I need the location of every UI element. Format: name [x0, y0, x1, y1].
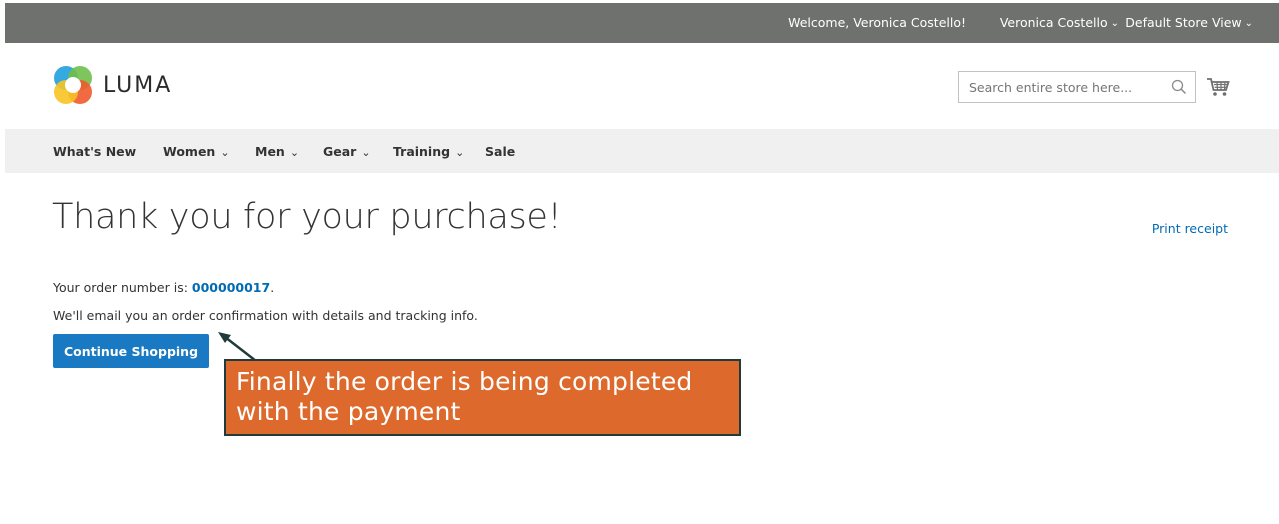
search-box	[958, 71, 1196, 103]
order-number-prefix: Your order number is:	[53, 280, 192, 295]
store-view-label: Default Store View	[1125, 15, 1242, 30]
account-name: Veronica Costello	[999, 15, 1108, 30]
nav-item-women[interactable]: Women ⌄	[163, 144, 230, 159]
nav-label: Men	[255, 144, 285, 159]
main-nav: What's New Women ⌄ Men ⌄ Gear ⌄ Training ⌄ S…	[5, 129, 1279, 173]
nav-item-whats-new[interactable]: What's New	[53, 144, 136, 159]
luma-logo-icon[interactable]	[51, 63, 95, 107]
store-switcher[interactable]: Default Store View ⌄	[1125, 15, 1253, 30]
search-input[interactable]	[959, 72, 1179, 102]
chevron-down-icon: ⌄	[1244, 18, 1253, 29]
chevron-down-icon: ⌄	[361, 146, 371, 159]
nav-label: Women	[163, 144, 216, 159]
print-receipt-link[interactable]: Print receipt	[1152, 221, 1228, 236]
account-menu[interactable]: Veronica Costello ⌄	[1000, 15, 1119, 30]
chevron-down-icon: ⌄	[289, 146, 300, 159]
chevron-down-icon: ⌄	[1110, 18, 1119, 29]
nav-label: What's New	[53, 144, 137, 159]
page: Welcome, Veronica Costello! Veronica Cos…	[5, 3, 1279, 524]
nav-item-gear[interactable]: Gear ⌄	[323, 144, 371, 159]
top-bar: Welcome, Veronica Costello! Veronica Cos…	[5, 3, 1279, 43]
welcome-message: Welcome, Veronica Costello!	[788, 15, 966, 30]
nav-item-training[interactable]: Training ⌄	[393, 144, 464, 159]
nav-label: Gear	[323, 144, 357, 159]
nav-label: Training	[393, 144, 451, 159]
order-number-line: Your order number is: 000000017.	[53, 280, 274, 295]
search-icon[interactable]	[1171, 79, 1187, 95]
order-number-link[interactable]: 000000017	[192, 280, 270, 295]
email-confirmation-note: We'll email you an order confirmation wi…	[53, 308, 478, 323]
cart-icon[interactable]	[1206, 77, 1230, 97]
annotation-callout: Finally the order is being completed wit…	[224, 359, 741, 436]
continue-shopping-button[interactable]: Continue Shopping	[53, 334, 209, 368]
page-title: Thank you for your purchase!	[52, 197, 562, 237]
nav-item-men[interactable]: Men ⌄	[255, 144, 299, 159]
logo-text[interactable]: LUMA	[103, 73, 172, 98]
nav-label: Sale	[485, 144, 516, 159]
nav-item-sale[interactable]: Sale	[485, 144, 515, 159]
chevron-down-icon: ⌄	[220, 146, 230, 159]
order-number-suffix: .	[270, 280, 275, 295]
chevron-down-icon: ⌄	[455, 146, 465, 159]
